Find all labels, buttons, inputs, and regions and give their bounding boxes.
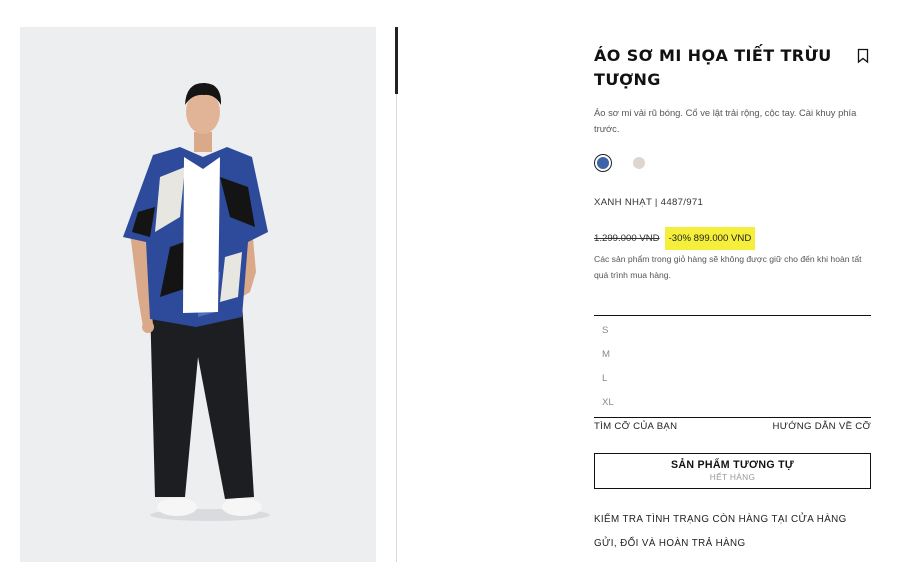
size-option-l[interactable]: L [594, 367, 871, 391]
size-option-xl[interactable]: XL [594, 391, 871, 415]
color-swatches [594, 154, 648, 172]
product-description: Áo sơ mi vải rũ bóng. Cổ ve lật trải rộn… [594, 107, 857, 134]
image-scroll-track[interactable] [396, 27, 397, 562]
size-selector: S M L XL [594, 315, 871, 418]
similar-products-label: SẢN PHẨM TƯƠNG TỰ [671, 459, 794, 471]
shipping-returns-link[interactable]: GỬI, ĐỔI VÀ HOÀN TRẢ HÀNG [594, 538, 746, 549]
sold-out-label: HẾT HÀNG [709, 472, 756, 482]
store-stock-link[interactable]: KIỂM TRA TÌNH TRẠNG CÒN HÀNG TẠI CỬA HÀN… [594, 514, 847, 525]
image-scroll-thumb[interactable] [395, 27, 398, 94]
product-image[interactable] [20, 27, 376, 562]
find-your-size-link[interactable]: TÌM CỠ CỦA BẠN [594, 421, 677, 432]
bookmark-icon[interactable] [857, 48, 869, 64]
color-and-reference: XANH NHẠT | 4487/971 [594, 197, 704, 208]
size-option-m[interactable]: M [594, 343, 871, 367]
similar-products-button[interactable]: SẢN PHẨM TƯƠNG TỰ HẾT HÀNG [594, 453, 871, 489]
original-price: 1.299.000 VND [594, 233, 660, 244]
sale-price: -30% 899.000 VND [664, 227, 756, 250]
color-swatch-blue[interactable] [594, 154, 612, 172]
product-info-panel: ÁO SƠ MI HỌA TIẾT TRỪU TƯỢNG Áo sơ mi vả… [594, 44, 871, 549]
cart-note: Các sản phẩm trong giỏ hàng sẽ không đượ… [594, 254, 862, 280]
price-row: 1.299.000 VND -30% 899.000 VND [594, 227, 756, 250]
color-swatch-beige[interactable] [630, 154, 648, 172]
size-option-s[interactable]: S [594, 319, 871, 343]
size-links: TÌM CỠ CỦA BẠN HƯỚNG DẪN VỀ CỠ [594, 421, 871, 432]
size-guide-link[interactable]: HƯỚNG DẪN VỀ CỠ [773, 421, 871, 432]
model-illustration [20, 27, 376, 562]
product-title: ÁO SƠ MI HỌA TIẾT TRỪU TƯỢNG [594, 46, 832, 89]
